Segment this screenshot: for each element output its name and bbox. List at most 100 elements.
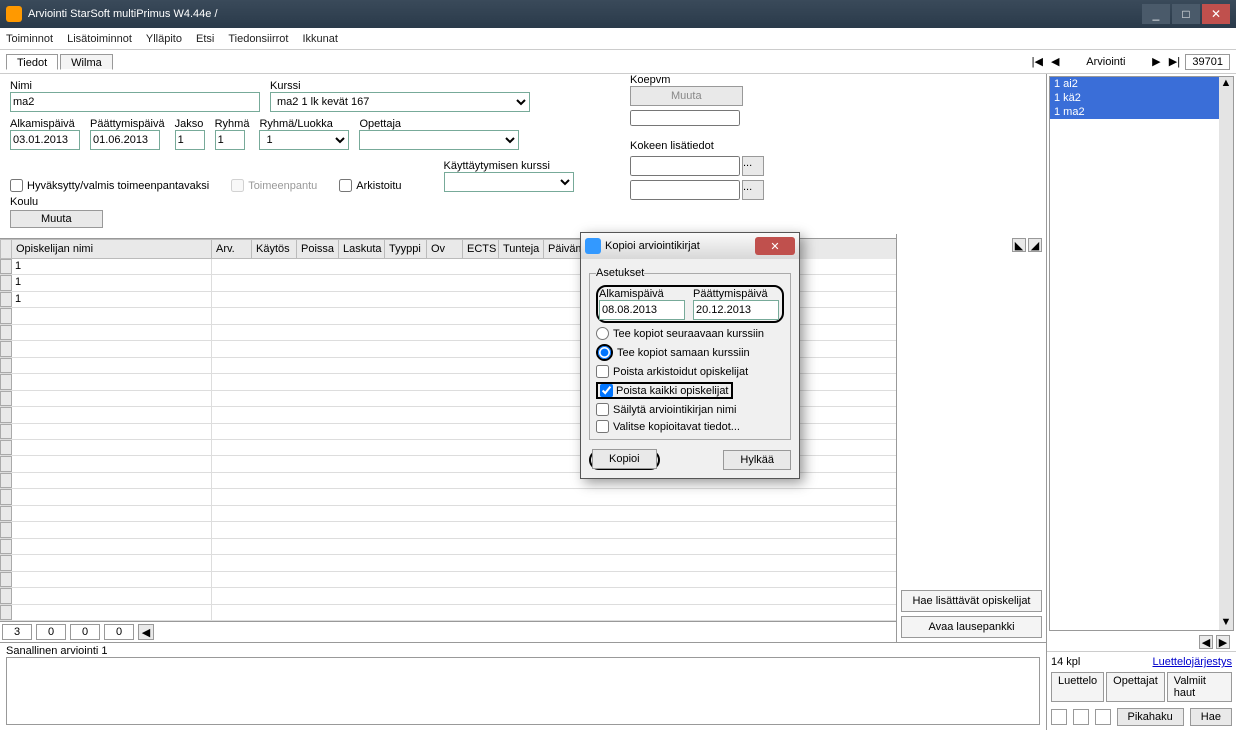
alk-field[interactable]	[10, 130, 80, 150]
new-icon[interactable]	[1051, 709, 1067, 725]
ryhma-label: Ryhmä	[215, 118, 250, 130]
dlg-kopioi-button[interactable]: Kopioi	[592, 449, 657, 469]
dlg-chk-sailyta[interactable]: Säilytä arviointikirjan nimi	[596, 403, 784, 416]
col-4[interactable]: Laskuta	[339, 239, 385, 259]
ryhma-field[interactable]	[215, 130, 245, 150]
jakso-label: Jakso	[175, 118, 205, 130]
menu-etsi[interactable]: Etsi	[196, 33, 214, 45]
rp-item-0[interactable]: 1 ai2	[1050, 77, 1233, 91]
menu-ikkunat[interactable]: Ikkunat	[302, 33, 337, 45]
pikahaku-button[interactable]: Pikahaku	[1117, 708, 1184, 726]
stat-3: 0	[104, 624, 134, 640]
save-icon[interactable]	[1073, 709, 1089, 725]
col-5[interactable]: Tyyppi	[385, 239, 427, 259]
dialog-close-button[interactable]: ✕	[755, 237, 795, 255]
menu-tiedonsiirrot[interactable]: Tiedonsiirrot	[228, 33, 288, 45]
dlg-paat-field[interactable]	[693, 300, 779, 320]
table-row[interactable]	[0, 555, 896, 571]
rl-label: Ryhmä/Luokka	[259, 118, 349, 130]
rp-scrollbar[interactable]: ▲▼	[1219, 77, 1233, 630]
dlg-hylkaa-button[interactable]: Hylkää	[723, 450, 791, 470]
dlg-chk-kaikki[interactable]: Poista kaikki opiskelijat	[596, 382, 784, 399]
table-row[interactable]	[0, 588, 896, 604]
rp-right-icon[interactable]: ▶	[1216, 635, 1230, 649]
col-6[interactable]: Ov	[427, 239, 463, 259]
table-row[interactable]	[0, 539, 896, 555]
col-3[interactable]: Poissa	[297, 239, 339, 259]
side-panel: ◣ ◢ Hae lisättävät opiskelijat Avaa laus…	[896, 234, 1046, 642]
table-row[interactable]	[0, 572, 896, 588]
hae-button[interactable]: Hae	[1190, 708, 1232, 726]
grid-stats: 3 0 0 0 ◀	[0, 621, 896, 642]
col-1[interactable]: Arv.	[212, 239, 252, 259]
lisat-field-2[interactable]	[630, 180, 740, 200]
dlg-chk-arkistoidut[interactable]: Poista arkistoidut opiskelijat	[596, 365, 784, 378]
rp-link[interactable]: Luettelojärjestys	[1153, 656, 1233, 668]
dlg-radio-seuraava[interactable]: Tee kopiot seuraavaan kurssiin	[596, 327, 784, 340]
table-row[interactable]	[0, 605, 896, 621]
tab-wilma[interactable]: Wilma	[60, 54, 113, 70]
tab-tiedot[interactable]: Tiedot	[6, 54, 58, 70]
koepvm-field[interactable]	[630, 110, 740, 126]
right-pane: 1 ai2 1 kä2 1 ma2 ▲▼ ◀ ▶ 14 kpl Luettelo…	[1046, 74, 1236, 730]
kaytt-select[interactable]	[444, 172, 574, 192]
rp-item-2[interactable]: 1 ma2	[1050, 105, 1233, 119]
nav-first-icon[interactable]: |◀	[1030, 55, 1044, 69]
side-right-icon[interactable]: ◢	[1028, 238, 1042, 252]
rp-list[interactable]: 1 ai2 1 kä2 1 ma2 ▲▼	[1049, 76, 1234, 631]
rl-select[interactable]: 1	[259, 130, 349, 150]
koulu-muuta-button[interactable]: Muuta	[10, 210, 103, 228]
nav-next-icon[interactable]: ▶	[1149, 55, 1163, 69]
lisat-btn-2[interactable]: ...	[742, 180, 764, 200]
kurssi-label: Kurssi	[270, 80, 530, 92]
sanallinen-textarea[interactable]	[6, 657, 1040, 725]
dlg-chk-valitse[interactable]: Valitse kopioitavat tiedot...	[596, 420, 784, 433]
table-row[interactable]	[0, 489, 896, 505]
nav-prev-icon[interactable]: ◀	[1048, 55, 1062, 69]
rp-item-1[interactable]: 1 kä2	[1050, 91, 1233, 105]
col-0[interactable]: Opiskelijan nimi	[12, 239, 212, 259]
minimize-button[interactable]: _	[1142, 4, 1170, 24]
menu-yllapito[interactable]: Ylläpito	[146, 33, 182, 45]
koepvm-muuta-button[interactable]: Muuta	[630, 86, 743, 106]
avaa-lausepankki-button[interactable]: Avaa lausepankki	[901, 616, 1042, 638]
menu-lisatoiminnot[interactable]: Lisätoiminnot	[67, 33, 132, 45]
kurssi-select[interactable]: ma2 1 lk kevät 167	[270, 92, 530, 112]
nav-last-icon[interactable]: ▶|	[1167, 55, 1181, 69]
chk-hyvaksytty[interactable]: Hyväksytty/valmis toimeenpantavaksi	[10, 179, 209, 192]
rp-left-icon[interactable]: ◀	[1199, 635, 1213, 649]
alk-label: Alkamispäivä	[10, 118, 80, 130]
side-left-icon[interactable]: ◣	[1012, 238, 1026, 252]
dlg-alk-field[interactable]	[599, 300, 685, 320]
window-titlebar: Arviointi StarSoft multiPrimus W4.44e / …	[0, 0, 1236, 28]
lisat-field-1[interactable]	[630, 156, 740, 176]
close-button[interactable]: ✕	[1202, 4, 1230, 24]
nimi-field[interactable]	[10, 92, 260, 112]
scroll-left-icon[interactable]: ◀	[138, 624, 154, 640]
opettaja-select[interactable]	[359, 130, 519, 150]
col-7[interactable]: ECTS	[463, 239, 499, 259]
jakso-field[interactable]	[175, 130, 205, 150]
rp-tab-valmiit[interactable]: Valmiit haut	[1167, 672, 1232, 702]
bottom-area: Sanallinen arviointi 1	[0, 642, 1046, 730]
rp-count: 14 kpl	[1051, 656, 1080, 668]
stat-2: 0	[70, 624, 100, 640]
table-row[interactable]	[0, 522, 896, 538]
maximize-button[interactable]: □	[1172, 4, 1200, 24]
dlg-asetukset-label: Asetukset	[596, 267, 644, 279]
lisat-btn-1[interactable]: ...	[742, 156, 764, 176]
opettaja-label: Opettaja	[359, 118, 519, 130]
rp-tab-luettelo[interactable]: Luettelo	[1051, 672, 1104, 702]
dialog-title: Kopioi arviointikirjat	[605, 240, 755, 252]
col-2[interactable]: Käytös	[252, 239, 297, 259]
dlg-radio-sama[interactable]: Tee kopiot samaan kurssiin	[596, 344, 784, 361]
col-8[interactable]: Tunteja	[499, 239, 544, 259]
hae-opiskelijat-button[interactable]: Hae lisättävät opiskelijat	[901, 590, 1042, 612]
paat-field[interactable]	[90, 130, 160, 150]
menu-toiminnot[interactable]: Toiminnot	[6, 33, 53, 45]
table-row[interactable]	[0, 506, 896, 522]
chk-arkistoitu[interactable]: Arkistoitu	[339, 179, 401, 192]
rp-tab-opettajat[interactable]: Opettajat	[1106, 672, 1165, 702]
app-icon	[6, 6, 22, 22]
print-icon[interactable]	[1095, 709, 1111, 725]
